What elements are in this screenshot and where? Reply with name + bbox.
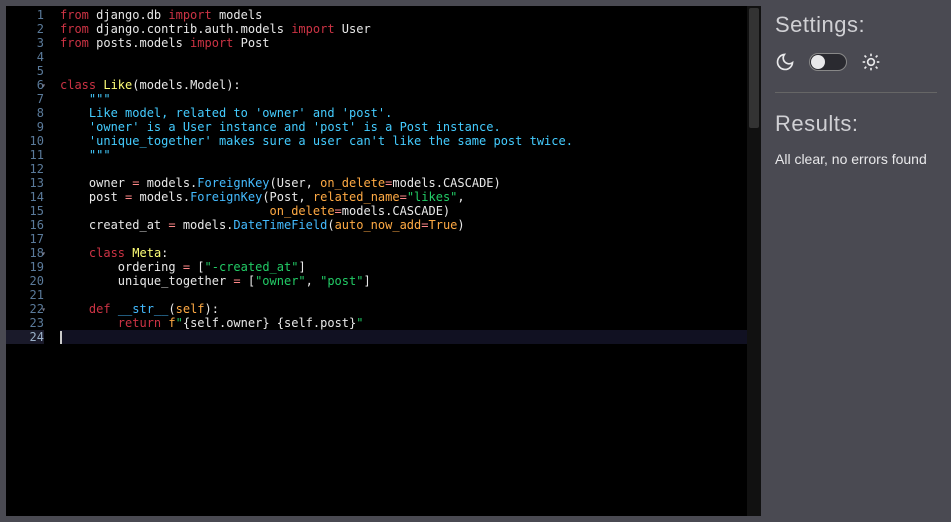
- code-line[interactable]: [60, 232, 747, 246]
- theme-toggle-row: [775, 52, 937, 72]
- code-line[interactable]: class Meta:: [60, 246, 747, 260]
- line-number: 13: [6, 176, 44, 190]
- line-number: 18▾: [6, 246, 44, 260]
- code-area[interactable]: from django.db import modelsfrom django.…: [56, 6, 747, 516]
- code-line[interactable]: from django.contrib.auth.models import U…: [60, 22, 747, 36]
- line-number: 6▾: [6, 78, 44, 92]
- sidebar: Settings: Results: All clear, no errors …: [761, 0, 951, 522]
- code-line[interactable]: from django.db import models: [60, 8, 747, 22]
- line-number: 16: [6, 218, 44, 232]
- code-line[interactable]: from posts.models import Post: [60, 36, 747, 50]
- line-number: 24: [6, 330, 44, 344]
- line-number: 21: [6, 288, 44, 302]
- code-line[interactable]: class Like(models.Model):: [60, 78, 747, 92]
- line-number: 1: [6, 8, 44, 22]
- line-number: 22▾: [6, 302, 44, 316]
- code-line[interactable]: [60, 162, 747, 176]
- settings-heading: Settings:: [775, 12, 937, 38]
- line-number: 17: [6, 232, 44, 246]
- sun-icon: [861, 52, 881, 72]
- line-number: 23: [6, 316, 44, 330]
- line-number-gutter: 123456▾789101112131415161718▾19202122▾23…: [6, 6, 56, 516]
- code-line[interactable]: unique_together = ["owner", "post"]: [60, 274, 747, 288]
- moon-icon: [775, 52, 795, 72]
- code-line[interactable]: owner = models.ForeignKey(User, on_delet…: [60, 176, 747, 190]
- code-line[interactable]: 'owner' is a User instance and 'post' is…: [60, 120, 747, 134]
- scrollbar-thumb[interactable]: [749, 8, 759, 128]
- code-line[interactable]: created_at = models.DateTimeField(auto_n…: [60, 218, 747, 232]
- code-line[interactable]: def __str__(self):: [60, 302, 747, 316]
- line-number: 12: [6, 162, 44, 176]
- code-line[interactable]: return f"{self.owner} {self.post}": [60, 316, 747, 330]
- theme-toggle[interactable]: [809, 53, 847, 71]
- line-number: 2: [6, 22, 44, 36]
- line-number: 14: [6, 190, 44, 204]
- code-line[interactable]: ordering = ["-created_at"]: [60, 260, 747, 274]
- code-line[interactable]: """: [60, 92, 747, 106]
- fold-marker-icon[interactable]: ▾: [41, 79, 46, 93]
- line-number: 10: [6, 134, 44, 148]
- line-number: 4: [6, 50, 44, 64]
- code-line[interactable]: Like model, related to 'owner' and 'post…: [60, 106, 747, 120]
- vertical-scrollbar[interactable]: [747, 6, 761, 516]
- line-number: 5: [6, 64, 44, 78]
- results-message: All clear, no errors found: [775, 151, 937, 167]
- fold-marker-icon[interactable]: ▾: [41, 247, 46, 261]
- line-number: 7: [6, 92, 44, 106]
- results-heading: Results:: [775, 111, 937, 137]
- code-line[interactable]: [60, 288, 747, 302]
- code-line[interactable]: 'unique_together' makes sure a user can'…: [60, 134, 747, 148]
- code-line[interactable]: [60, 330, 747, 344]
- text-cursor: [60, 331, 62, 344]
- code-line[interactable]: """: [60, 148, 747, 162]
- line-number: 8: [6, 106, 44, 120]
- code-editor-panel: 123456▾789101112131415161718▾19202122▾23…: [6, 6, 761, 516]
- line-number: 19: [6, 260, 44, 274]
- code-line[interactable]: [60, 50, 747, 64]
- divider: [775, 92, 937, 93]
- line-number: 11: [6, 148, 44, 162]
- fold-marker-icon[interactable]: ▾: [41, 303, 46, 317]
- code-line[interactable]: [60, 64, 747, 78]
- code-line[interactable]: on_delete=models.CASCADE): [60, 204, 747, 218]
- toggle-knob: [811, 55, 825, 69]
- line-number: 15: [6, 204, 44, 218]
- line-number: 20: [6, 274, 44, 288]
- line-number: 9: [6, 120, 44, 134]
- code-line[interactable]: post = models.ForeignKey(Post, related_n…: [60, 190, 747, 204]
- line-number: 3: [6, 36, 44, 50]
